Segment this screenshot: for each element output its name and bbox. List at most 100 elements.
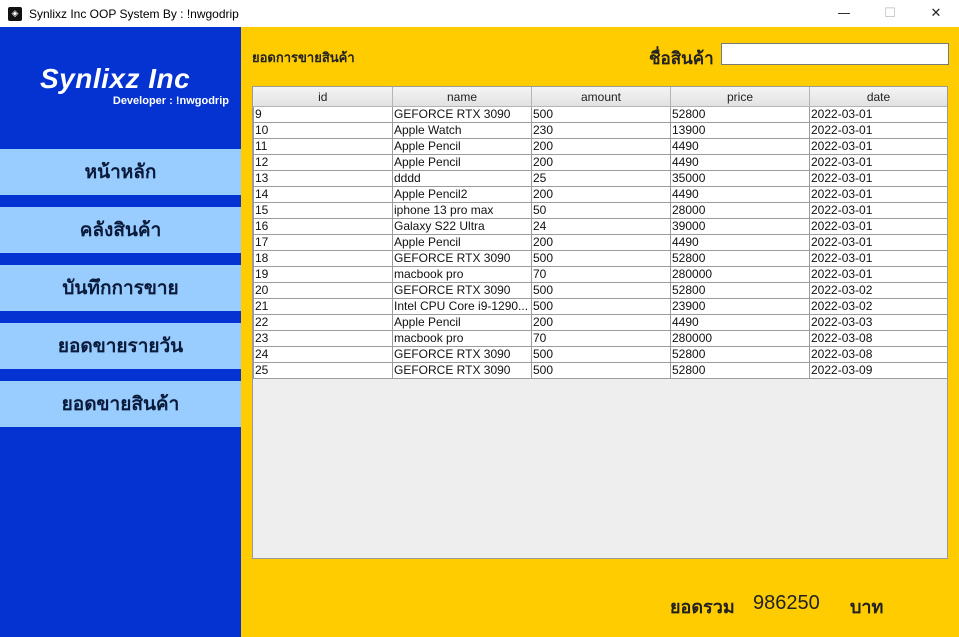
table-row[interactable]: 23 macbook pro 70 280000 2022-03-08 (253, 330, 947, 347)
table-cell-id[interactable]: 11 (253, 138, 393, 155)
table-cell-date[interactable]: 2022-03-02 (809, 282, 947, 299)
table-cell-amount[interactable]: 200 (531, 154, 671, 171)
search-input[interactable] (721, 43, 949, 65)
table-cell-name[interactable]: iphone 13 pro max (392, 202, 532, 219)
table-cell-id[interactable]: 14 (253, 186, 393, 203)
table-cell-name[interactable]: GEFORCE RTX 3090 (392, 282, 532, 299)
table-cell-price[interactable]: 39000 (670, 218, 810, 235)
table-cell-amount[interactable]: 500 (531, 298, 671, 315)
table-row[interactable]: 20 GEFORCE RTX 3090 500 52800 2022-03-02 (253, 282, 947, 299)
table-cell-id[interactable]: 18 (253, 250, 393, 267)
table-cell-amount[interactable]: 200 (531, 234, 671, 251)
table-cell-price[interactable]: 280000 (670, 266, 810, 283)
table-cell-date[interactable]: 2022-03-01 (809, 266, 947, 283)
table-cell-date[interactable]: 2022-03-01 (809, 170, 947, 187)
table-cell-date[interactable]: 2022-03-08 (809, 346, 947, 363)
table-cell-name[interactable]: Apple Pencil (392, 138, 532, 155)
table-cell-id[interactable]: 20 (253, 282, 393, 299)
table-cell-name[interactable]: Galaxy S22 Ultra (392, 218, 532, 235)
table-cell-amount[interactable]: 500 (531, 346, 671, 363)
table-cell-price[interactable]: 4490 (670, 314, 810, 331)
table-cell-id[interactable]: 12 (253, 154, 393, 171)
table-row[interactable]: 14 Apple Pencil2 200 4490 2022-03-01 (253, 186, 947, 203)
table-cell-price[interactable]: 23900 (670, 298, 810, 315)
table-cell-price[interactable]: 52800 (670, 250, 810, 267)
table-cell-amount[interactable]: 230 (531, 122, 671, 139)
table-cell-amount[interactable]: 200 (531, 314, 671, 331)
nav-record-sale-button[interactable]: บันทึกการขาย (0, 265, 241, 311)
table-cell-id[interactable]: 16 (253, 218, 393, 235)
table-cell-price[interactable]: 4490 (670, 154, 810, 171)
table-cell-name[interactable]: GEFORCE RTX 3090 (392, 362, 532, 379)
column-header-price[interactable]: price (670, 87, 810, 107)
table-row[interactable]: 25 GEFORCE RTX 3090 500 52800 2022-03-09 (253, 362, 947, 379)
table-cell-id[interactable]: 23 (253, 330, 393, 347)
table-cell-date[interactable]: 2022-03-08 (809, 330, 947, 347)
table-cell-date[interactable]: 2022-03-01 (809, 106, 947, 123)
table-cell-name[interactable]: Apple Watch (392, 122, 532, 139)
table-cell-id[interactable]: 17 (253, 234, 393, 251)
table-cell-amount[interactable]: 500 (531, 282, 671, 299)
table-cell-price[interactable]: 52800 (670, 362, 810, 379)
table-cell-id[interactable]: 21 (253, 298, 393, 315)
table-cell-date[interactable]: 2022-03-01 (809, 186, 947, 203)
table-cell-id[interactable]: 13 (253, 170, 393, 187)
table-row[interactable]: 21 Intel CPU Core i9-1290... 500 23900 2022-… (253, 298, 947, 315)
table-cell-price[interactable]: 4490 (670, 138, 810, 155)
table-cell-id[interactable]: 24 (253, 346, 393, 363)
column-header-amount[interactable]: amount (531, 87, 671, 107)
table-cell-date[interactable]: 2022-03-01 (809, 202, 947, 219)
table-cell-amount[interactable]: 25 (531, 170, 671, 187)
table-cell-date[interactable]: 2022-03-01 (809, 138, 947, 155)
table-cell-date[interactable]: 2022-03-01 (809, 234, 947, 251)
nav-inventory-button[interactable]: คลังสินค้า (0, 207, 241, 253)
table-row[interactable]: 16 Galaxy S22 Ultra 24 39000 2022-03-01 (253, 218, 947, 235)
table-row[interactable]: 9 GEFORCE RTX 3090 500 52800 2022-03-01 (253, 106, 947, 123)
table-cell-name[interactable]: Apple Pencil (392, 314, 532, 331)
table-cell-amount[interactable]: 500 (531, 250, 671, 267)
table-cell-price[interactable]: 52800 (670, 106, 810, 123)
table-row[interactable]: 15 iphone 13 pro max 50 28000 2022-03-01 (253, 202, 947, 219)
table-cell-price[interactable]: 4490 (670, 234, 810, 251)
table-cell-date[interactable]: 2022-03-01 (809, 154, 947, 171)
table-cell-date[interactable]: 2022-03-01 (809, 250, 947, 267)
table-cell-name[interactable]: Apple Pencil (392, 154, 532, 171)
table-row[interactable]: 11 Apple Pencil 200 4490 2022-03-01 (253, 138, 947, 155)
table-cell-date[interactable]: 2022-03-09 (809, 362, 947, 379)
table-cell-name[interactable]: macbook pro (392, 330, 532, 347)
table-row[interactable]: 13 dddd 25 35000 2022-03-01 (253, 170, 947, 187)
nav-product-sales-button[interactable]: ยอดขายสินค้า (0, 381, 241, 427)
table-cell-amount[interactable]: 50 (531, 202, 671, 219)
table-cell-name[interactable]: macbook pro (392, 266, 532, 283)
table-cell-amount[interactable]: 24 (531, 218, 671, 235)
minimize-button[interactable]: — (821, 0, 867, 27)
table-cell-id[interactable]: 9 (253, 106, 393, 123)
table-cell-id[interactable]: 10 (253, 122, 393, 139)
table-cell-price[interactable]: 4490 (670, 186, 810, 203)
table-row[interactable]: 10 Apple Watch 230 13900 2022-03-01 (253, 122, 947, 139)
table-cell-name[interactable]: GEFORCE RTX 3090 (392, 106, 532, 123)
table-cell-price[interactable]: 35000 (670, 170, 810, 187)
table-cell-amount[interactable]: 500 (531, 362, 671, 379)
table-cell-name[interactable]: GEFORCE RTX 3090 (392, 346, 532, 363)
table-cell-name[interactable]: dddd (392, 170, 532, 187)
table-row[interactable]: 17 Apple Pencil 200 4490 2022-03-01 (253, 234, 947, 251)
column-header-name[interactable]: name (392, 87, 532, 107)
table-cell-id[interactable]: 19 (253, 266, 393, 283)
column-header-id[interactable]: id (253, 87, 393, 107)
table-row[interactable]: 19 macbook pro 70 280000 2022-03-01 (253, 266, 947, 283)
table-cell-price[interactable]: 13900 (670, 122, 810, 139)
table-cell-name[interactable]: Apple Pencil2 (392, 186, 532, 203)
maximize-button[interactable]: ☐ (867, 0, 913, 27)
column-header-date[interactable]: date (809, 87, 947, 107)
table-row[interactable]: 18 GEFORCE RTX 3090 500 52800 2022-03-01 (253, 250, 947, 267)
table-cell-price[interactable]: 28000 (670, 202, 810, 219)
close-button[interactable]: ✕ (913, 0, 959, 27)
table-cell-price[interactable]: 52800 (670, 282, 810, 299)
table-cell-amount[interactable]: 70 (531, 266, 671, 283)
table-cell-amount[interactable]: 200 (531, 186, 671, 203)
table-cell-amount[interactable]: 200 (531, 138, 671, 155)
table-cell-name[interactable]: Apple Pencil (392, 234, 532, 251)
table-cell-id[interactable]: 22 (253, 314, 393, 331)
table-cell-name[interactable]: GEFORCE RTX 3090 (392, 250, 532, 267)
